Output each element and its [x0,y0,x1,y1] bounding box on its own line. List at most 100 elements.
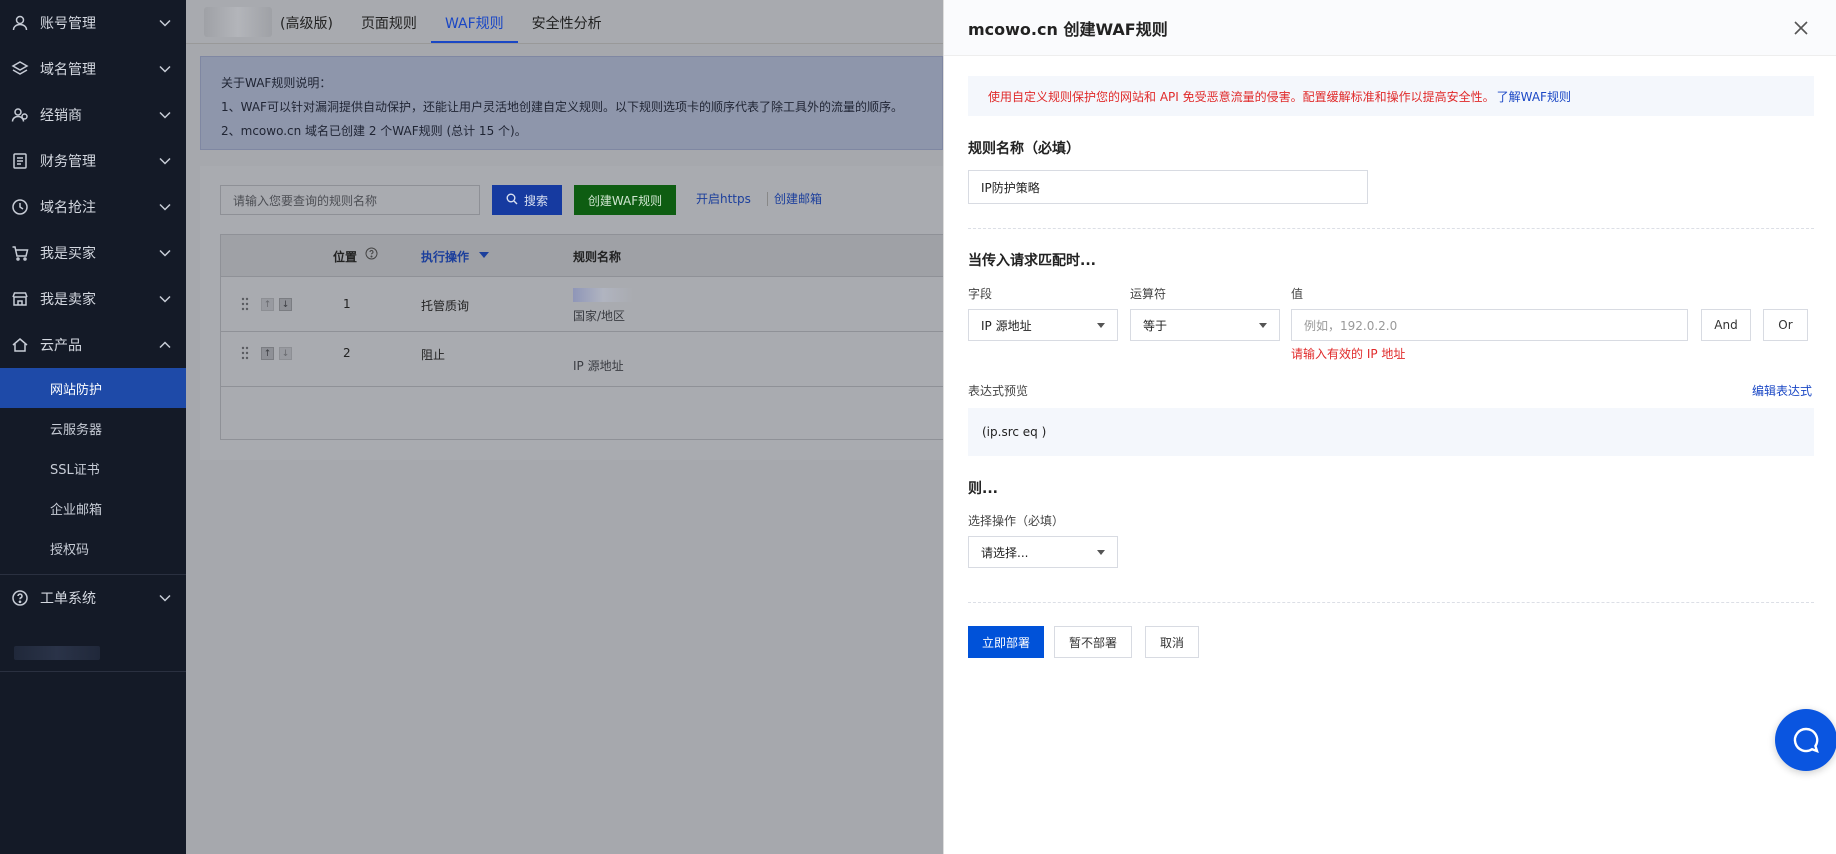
th-rule-name: 规则名称 [573,250,622,264]
cloud-icon [10,335,30,355]
save-without-deploy-button[interactable]: 暂不部署 [1054,626,1132,658]
close-icon[interactable] [1790,17,1812,39]
sidebar-subitem-web-protection[interactable]: 网站防护 [0,368,186,408]
operator-select-value: 等于 [1143,318,1168,333]
help-circle-icon [10,588,30,608]
create-email-link[interactable]: 创建邮箱 [774,190,822,207]
rule-name-label: 规则名称（必填） [968,141,1080,157]
deploy-now-button[interactable]: 立即部署 [968,626,1044,658]
sidebar-subitem-cloud-server[interactable]: 云服务器 [0,408,186,448]
rule-name-input[interactable]: IP防护策略 [968,170,1368,204]
move-up-icon[interactable]: ↑ [261,298,274,311]
rule-search-input[interactable]: 请输入您要查询的规则名称 [220,185,480,215]
chevron-down-icon [158,246,172,260]
or-button[interactable]: Or [1763,309,1808,341]
sidebar-item-seller[interactable]: 我是卖家 [0,276,186,322]
sidebar-subitem-enterprise-email[interactable]: 企业邮箱 [0,488,186,528]
sidebar-item-label: 域名抢注 [40,200,96,216]
chat-support-icon[interactable] [1775,709,1836,771]
blurred-domain-logo [204,7,272,37]
notice-line: 1、WAF可以针对漏洞提供自动保护，还能让用户灵活地创建自定义规则。以下规则选项… [221,100,903,114]
tab-plan[interactable]: (高级版) [272,13,347,43]
expression-preview: (ip.src eq ) [968,408,1814,456]
th-action[interactable]: 执行操作 [421,248,469,265]
sidebar-item-reseller[interactable]: 经销商 [0,92,186,138]
drag-handle-icon[interactable] [241,297,249,314]
sidebar-subitem-auth-code[interactable]: 授权码 [0,528,186,568]
expression-preview-label: 表达式预览 [968,384,1029,398]
sidebar-item-cloud-products[interactable]: 云产品 [0,322,186,368]
sidebar-item-account[interactable]: 账号管理 [0,0,186,46]
sidebar-item-label: 域名管理 [40,62,96,78]
search-icon [506,193,518,208]
blurred-rule-name [573,288,633,302]
operator-select[interactable]: 等于 [1130,309,1280,341]
then-section-title: 则... [968,481,998,497]
sidebar-item-buyer[interactable]: 我是买家 [0,230,186,276]
sidebar-item-tickets[interactable]: 工单系统 [0,575,186,621]
enable-https-link[interactable]: 开启https [696,190,751,207]
sidebar-item-label: 账号管理 [40,16,96,32]
row-position: 1 [343,297,351,311]
cancel-button[interactable]: 取消 [1145,626,1199,658]
notice-line: 2、mcowo.cn 域名已创建 2 个WAF规则 (总计 15 个)。 [221,124,527,138]
move-down-icon[interactable]: ↓ [279,347,292,360]
table-row: ↑ ↓ 1 托管质询 国家/地区 [221,277,943,332]
blurred-user-info [14,646,100,660]
rules-table: 位置 执行操作 规则名称 ↑ ↓ 1 托管质询 国家/地区 ↑ ↓ 2 阻止 I… [220,234,943,440]
operator-label: 运算符 [1130,287,1167,301]
cart-icon [10,243,30,263]
section-divider [968,602,1814,603]
alert-text: 使用自定义规则保护您的网站和 API 免受恶意流量的侵害。配置缓解标准和操作以提… [988,89,1495,104]
info-alert: 使用自定义规则保护您的网站和 API 免受恶意流量的侵害。配置缓解标准和操作以提… [968,76,1814,116]
and-button[interactable]: And [1701,309,1751,341]
create-waf-rule-drawer: mcowo.cn 创建WAF规则 使用自定义规则保护您的网站和 API 免受恶意… [943,0,1836,854]
sidebar-item-label: 我是卖家 [40,292,96,308]
caret-down-icon [1259,322,1267,328]
tab-bar: (高级版) 页面规则 WAF规则 安全性分析 [186,0,943,44]
learn-waf-link[interactable]: 了解WAF规则 [1497,88,1571,105]
tab-waf-rules[interactable]: WAF规则 [430,13,518,43]
action-label: 选择操作（必填） [968,514,1065,528]
field-label: 字段 [968,287,993,301]
sidebar-item-finance[interactable]: 财务管理 [0,138,186,184]
edit-expression-link[interactable]: 编辑表达式 [1752,382,1812,399]
field-select-value: IP 源地址 [981,318,1032,333]
value-input-placeholder: 例如，192.0.2.0 [1304,318,1398,333]
action-select[interactable]: 请选择... [968,536,1118,568]
search-button-label: 搜索 [523,193,548,208]
drawer-title: mcowo.cn 创建WAF规则 [968,19,1168,39]
drag-handle-icon[interactable] [241,346,249,363]
ledger-icon [10,151,30,171]
value-error-text: 请输入有效的 IP 地址 [1291,347,1406,361]
tab-security-analysis[interactable]: 安全性分析 [518,13,616,43]
sidebar-divider [0,671,186,672]
table-header: 位置 执行操作 规则名称 [221,235,943,277]
chevron-down-icon [158,591,172,605]
tab-page-rules[interactable]: 页面规则 [347,13,431,43]
sidebar-subitem-ssl[interactable]: SSL证书 [0,448,186,488]
field-select[interactable]: IP 源地址 [968,309,1118,341]
value-input[interactable]: 例如，192.0.2.0 [1291,309,1688,341]
move-down-icon[interactable]: ↓ [279,298,292,311]
chevron-down-icon [158,154,172,168]
rules-card: 请输入您要查询的规则名称 搜索 创建WAF规则 开启https 创建邮箱 位置 … [200,166,943,460]
link-divider [767,192,768,206]
sidebar-item-domains[interactable]: 域名管理 [0,46,186,92]
user-icon [10,13,30,33]
row-action: 托管质询 [421,299,470,313]
value-label: 值 [1291,287,1304,301]
sidebar-item-label: 工单系统 [40,591,96,607]
search-button[interactable]: 搜索 [492,185,562,215]
drawer-header: mcowo.cn 创建WAF规则 [944,0,1836,56]
sidebar-item-label: 我是买家 [40,246,96,262]
table-row: ↑ ↓ 2 阻止 IP 源地址 [221,332,943,387]
sidebar-item-label: 财务管理 [40,154,96,170]
sidebar-item-domain-snap[interactable]: 域名抢注 [0,184,186,230]
sort-caret-icon[interactable] [479,252,489,258]
row-rule-field: IP 源地址 [573,359,624,373]
row-rule-field: 国家/地区 [573,309,626,323]
create-waf-rule-button[interactable]: 创建WAF规则 [574,185,676,215]
section-divider [968,228,1814,229]
move-up-icon[interactable]: ↑ [261,347,274,360]
